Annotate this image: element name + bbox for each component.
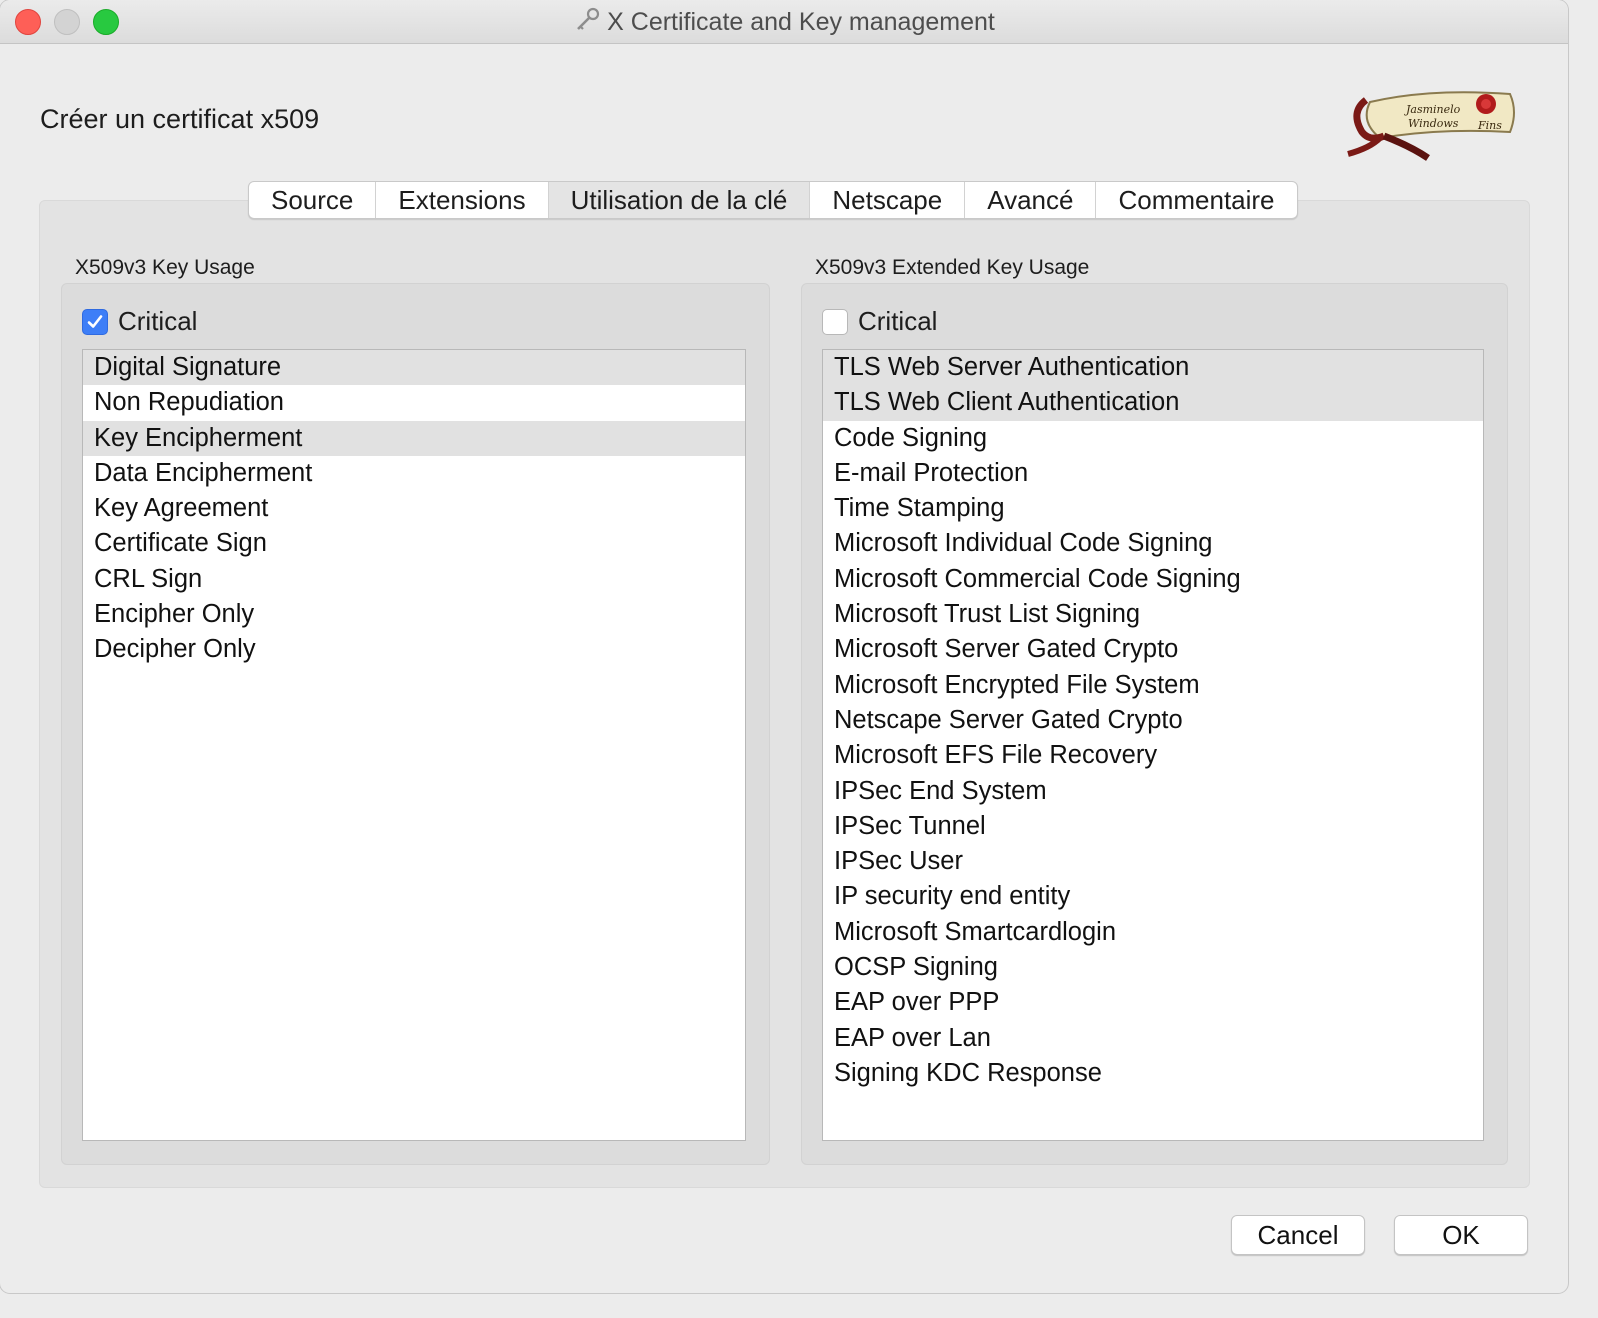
checkbox-unchecked-icon[interactable] [822, 308, 848, 335]
tab-netscape[interactable]: Netscape [810, 182, 966, 218]
logo-text-2: Windows [1408, 117, 1459, 130]
tab-advanced[interactable]: Avancé [965, 182, 1097, 218]
key-usage-group-label: X509v3 Key Usage [75, 256, 255, 279]
key-usage-list-item[interactable]: Decipher Only [83, 632, 745, 667]
extended-key-usage-list-item[interactable]: IP security end entity [823, 879, 1483, 914]
extended-key-usage-list-item[interactable]: IPSec End System [823, 774, 1483, 809]
extended-key-usage-list-item[interactable]: TLS Web Server Authentication [823, 350, 1483, 386]
app-key-icon [573, 6, 601, 34]
extended-key-usage-list-item[interactable]: TLS Web Client Authentication [823, 385, 1483, 421]
key-usage-critical-label: Critical [118, 306, 198, 336]
key-usage-list-item[interactable]: Digital Signature [83, 350, 745, 386]
key-usage-list-item[interactable]: CRL Sign [83, 562, 745, 597]
xca-logo-scroll-icon: Jasminelo Windows Fins [1340, 82, 1520, 164]
logo-text-3: Fins [1477, 119, 1502, 132]
key-usage-list-item[interactable]: Non Repudiation [83, 385, 745, 420]
extended-key-usage-list-item[interactable]: E-mail Protection [823, 456, 1483, 491]
tab-comment[interactable]: Commentaire [1096, 182, 1296, 218]
key-usage-list-item[interactable]: Key Agreement [83, 491, 745, 526]
extended-key-usage-list-item[interactable]: Microsoft Smartcardlogin [823, 915, 1483, 950]
key-usage-list-item[interactable]: Key Encipherment [83, 420, 745, 456]
key-usage-group: Critical Digital Signature Non Repudiatio… [61, 283, 770, 1165]
key-usage-list-item[interactable]: Certificate Sign [83, 526, 745, 561]
extended-key-usage-list-item[interactable]: Signing KDC Response [823, 1056, 1483, 1091]
extended-key-usage-list-item[interactable]: IPSec Tunnel [823, 809, 1483, 844]
tab-key-usage[interactable]: Utilisation de la clé [548, 182, 811, 218]
extended-key-usage-list-item[interactable]: Netscape Server Gated Crypto [823, 703, 1483, 738]
extended-key-usage-list-item[interactable]: OCSP Signing [823, 950, 1483, 985]
extended-key-usage-list[interactable]: TLS Web Server Authentication TLS Web Cli… [822, 349, 1484, 1141]
key-usage-list-item[interactable]: Encipher Only [83, 597, 745, 632]
key-usage-list[interactable]: Digital Signature Non Repudiation Key Enci… [82, 349, 746, 1141]
dialog-heading: Créer un certificat x509 [40, 104, 320, 134]
extended-key-usage-list-item[interactable]: Time Stamping [823, 491, 1483, 526]
extended-key-usage-list-item[interactable]: Microsoft Individual Code Signing [823, 526, 1483, 561]
logo-text-1: Jasminelo [1404, 103, 1461, 116]
extended-key-usage-list-item[interactable]: Microsoft Trust List Signing [823, 597, 1483, 632]
checkbox-checked-icon[interactable] [82, 308, 108, 335]
extended-key-usage-group: Critical TLS Web Server Authentication TL… [801, 283, 1508, 1165]
extended-key-usage-list-item[interactable]: EAP over Lan [823, 1021, 1483, 1056]
window-title-area: X Certificate and Key management [0, 6, 1568, 37]
key-usage-list-item[interactable]: Data Encipherment [83, 456, 745, 491]
window-title: X Certificate and Key management [607, 8, 995, 36]
extended-key-usage-list-item[interactable]: Microsoft EFS File Recovery [823, 738, 1483, 773]
extended-key-usage-critical-checkbox[interactable]: Critical [822, 306, 937, 337]
tab-bar: Source Extensions Utilisation de la clé … [248, 181, 1298, 219]
dialog-window: X Certificate and Key management Créer u… [0, 0, 1568, 1293]
extended-key-usage-critical-label: Critical [858, 306, 938, 336]
title-bar[interactable]: X Certificate and Key management [0, 0, 1568, 44]
extended-key-usage-list-item[interactable]: Microsoft Encrypted File System [823, 668, 1483, 703]
extended-key-usage-list-item[interactable]: Code Signing [823, 421, 1483, 456]
ok-button[interactable]: OK [1394, 1215, 1528, 1255]
extended-key-usage-list-item[interactable]: IPSec User [823, 844, 1483, 879]
tab-source[interactable]: Source [249, 182, 377, 218]
extended-key-usage-group-label: X509v3 Extended Key Usage [815, 256, 1090, 279]
tab-extensions[interactable]: Extensions [376, 182, 549, 218]
extended-key-usage-list-item[interactable]: EAP over PPP [823, 985, 1483, 1020]
extended-key-usage-list-item[interactable]: Microsoft Server Gated Crypto [823, 632, 1483, 667]
key-usage-critical-checkbox[interactable]: Critical [82, 306, 197, 337]
cancel-button[interactable]: Cancel [1231, 1215, 1365, 1255]
extended-key-usage-list-item[interactable]: Microsoft Commercial Code Signing [823, 562, 1483, 597]
